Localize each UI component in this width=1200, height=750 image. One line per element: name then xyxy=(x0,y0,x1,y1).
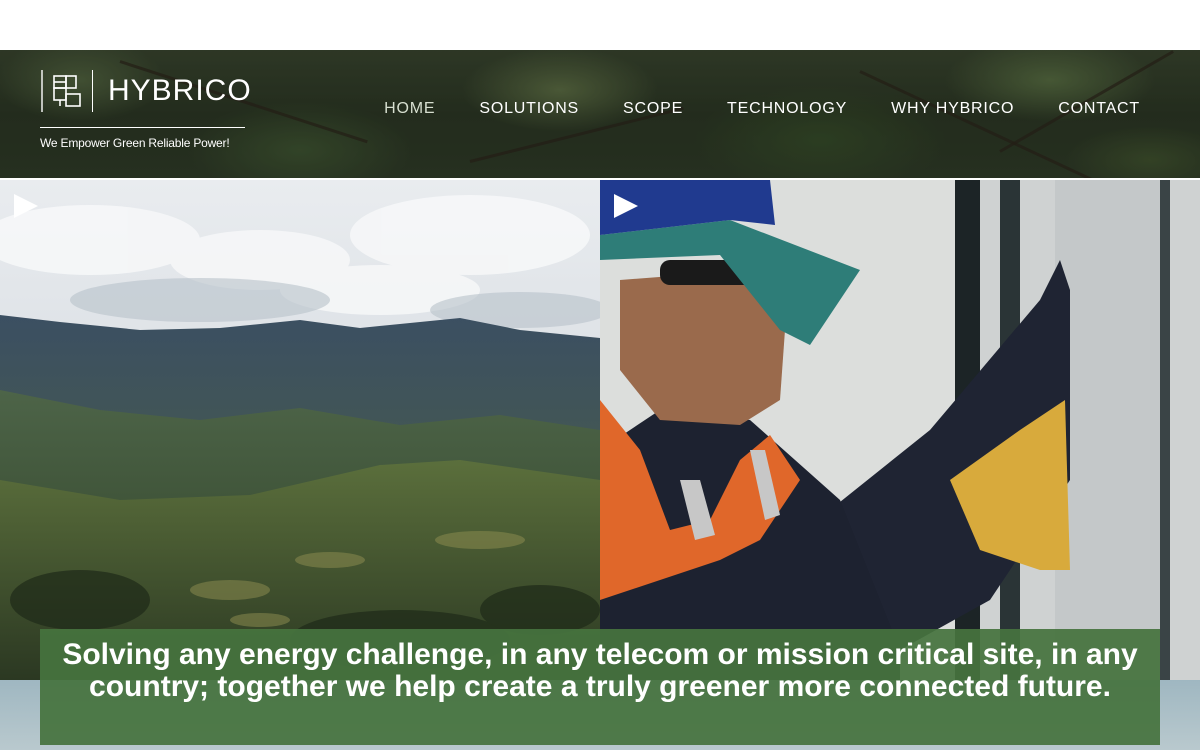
play-icon[interactable] xyxy=(14,194,38,218)
logo-underline xyxy=(40,127,245,128)
nav-scope[interactable]: SCOPE xyxy=(623,100,683,118)
play-icon[interactable] xyxy=(614,194,638,218)
technician-video[interactable] xyxy=(600,180,1200,680)
site-header: HYBRICO We Empower Green Reliable Power!… xyxy=(0,50,1200,178)
nav-solutions[interactable]: SOLUTIONS xyxy=(479,100,579,118)
hero-caption: Solving any energy challenge, in any tel… xyxy=(40,629,1160,745)
nav-home[interactable]: HOME xyxy=(384,100,435,118)
nav-why-hybrico[interactable]: WHY HYBRICO xyxy=(891,100,1014,118)
brand-tagline: We Empower Green Reliable Power! xyxy=(40,136,230,150)
landscape-video[interactable] xyxy=(0,180,600,680)
nav-contact[interactable]: CONTACT xyxy=(1058,100,1140,118)
hybrico-logo-icon xyxy=(41,70,81,112)
nav-technology[interactable]: TECHNOLOGY xyxy=(727,100,847,118)
logo-separator xyxy=(92,70,93,112)
brand-name: HYBRICO xyxy=(108,74,252,107)
top-whitespace xyxy=(0,0,1200,50)
main-nav: HOME SOLUTIONS SCOPE TECHNOLOGY WHY HYBR… xyxy=(384,100,1140,118)
technician-image xyxy=(600,180,1200,680)
landscape-image xyxy=(0,180,600,680)
